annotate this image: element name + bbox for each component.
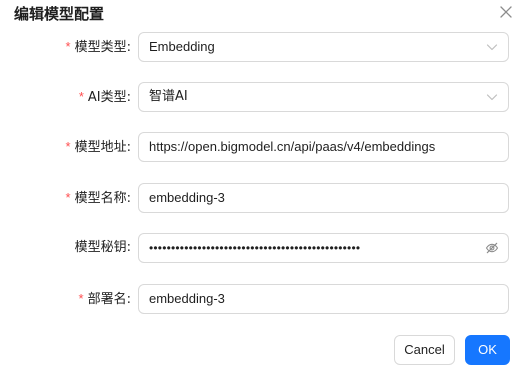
close-button[interactable]	[496, 2, 516, 22]
model-name-input[interactable]: embedding-3	[138, 183, 509, 213]
form-row-model-type: * 模型类型: Embedding	[0, 32, 525, 62]
required-mark: *	[78, 291, 84, 306]
form-row-model-name: * 模型名称: embedding-3	[0, 183, 525, 213]
model-secret-label: 模型秘钥:	[74, 240, 131, 255]
model-type-value: Embedding	[149, 39, 215, 54]
close-icon	[500, 6, 512, 18]
model-type-label: * 模型类型:	[65, 39, 131, 55]
ok-button[interactable]: OK	[465, 335, 510, 365]
model-url-value: https://open.bigmodel.cn/api/paas/v4/emb…	[149, 139, 436, 154]
eye-invisible-icon[interactable]	[485, 241, 499, 255]
model-secret-value: ••••••••••••••••••••••••••••••••••••••••…	[149, 241, 361, 255]
ai-type-select[interactable]: 智谱AI	[138, 82, 509, 112]
form-row-model-url: * 模型地址: https://open.bigmodel.cn/api/paas…	[0, 132, 525, 162]
required-mark: *	[78, 89, 84, 104]
model-type-select[interactable]: Embedding	[138, 32, 509, 62]
form-row-model-secret: 模型秘钥: ••••••••••••••••••••••••••••••••••…	[0, 233, 525, 263]
model-name-label: * 模型名称:	[65, 190, 131, 206]
deployment-name-label: * 部署名:	[78, 291, 131, 307]
model-url-input[interactable]: https://open.bigmodel.cn/api/paas/v4/emb…	[138, 132, 509, 162]
model-name-value: embedding-3	[149, 190, 225, 205]
chevron-down-icon	[485, 40, 499, 54]
deployment-name-value: embedding-3	[149, 291, 225, 306]
cancel-button[interactable]: Cancel	[394, 335, 455, 365]
ai-type-value: 智谱AI	[149, 89, 188, 104]
ai-type-label: * AI类型:	[78, 89, 131, 105]
chevron-down-icon	[485, 90, 499, 104]
model-url-label: * 模型地址:	[65, 139, 131, 155]
deployment-name-input[interactable]: embedding-3	[138, 284, 509, 314]
required-mark: *	[65, 139, 71, 154]
required-mark: *	[65, 39, 71, 54]
form-row-deployment-name: * 部署名: embedding-3	[0, 284, 525, 314]
required-mark: *	[65, 190, 71, 205]
model-secret-input[interactable]: ••••••••••••••••••••••••••••••••••••••••…	[138, 233, 509, 263]
edit-model-dialog: 编辑模型配置 * 模型类型: Embedding * AI类型: 智谱AI * 模型地…	[0, 0, 525, 367]
form-row-ai-type: * AI类型: 智谱AI	[0, 82, 525, 112]
dialog-title: 编辑模型配置	[14, 5, 105, 23]
